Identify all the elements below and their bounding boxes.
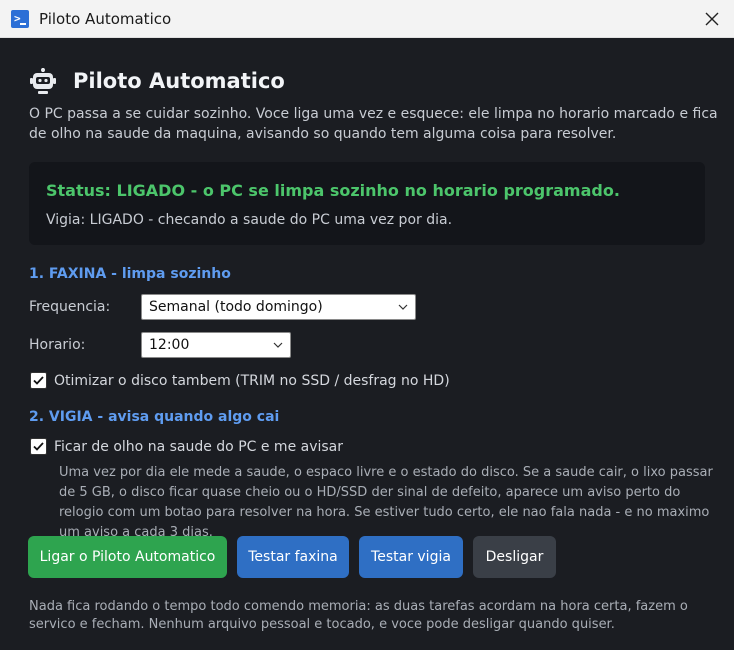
main-content: Piloto Automatico O PC passa a se cuidar… (0, 38, 734, 650)
intro-text: O PC passa a se cuidar sozinho. Voce lig… (29, 106, 718, 142)
frequencia-value: Semanal (todo domingo) (149, 299, 323, 315)
otimizar-disco-option[interactable]: Otimizar o disco tambem (TRIM no SSD / d… (30, 372, 450, 389)
frequencia-select[interactable]: Semanal (todo domingo) (141, 294, 416, 320)
ligar-button[interactable]: Ligar o Piloto Automatico (28, 536, 227, 578)
chevron-down-icon (398, 304, 408, 310)
horario-select[interactable]: 12:00 (141, 332, 291, 358)
chevron-down-icon (273, 342, 283, 348)
status-main-text: Status: LIGADO - o PC se limpa sozinho n… (46, 181, 620, 200)
status-vigia-text: Vigia: LIGADO - checando a saude do PC u… (46, 212, 453, 228)
frequencia-label: Frequencia: (29, 299, 111, 315)
testar-faxina-button[interactable]: Testar faxina (237, 536, 349, 578)
status-panel: Status: LIGADO - o PC se limpa sozinho n… (29, 162, 705, 245)
checkmark-icon (33, 442, 44, 451)
testar-vigia-button[interactable]: Testar vigia (359, 536, 463, 578)
close-button[interactable] (700, 7, 724, 31)
vigia-label: Ficar de olho na saude do PC e me avisar (54, 438, 344, 455)
footer-note: Nada fica rodando o tempo todo comendo m… (29, 599, 688, 632)
title-bar: > Piloto Automatico (0, 0, 734, 38)
horario-value: 12:00 (149, 337, 190, 353)
page-title: Piloto Automatico (73, 69, 285, 93)
close-icon (705, 12, 719, 26)
window-title: Piloto Automatico (39, 9, 172, 28)
desligar-button[interactable]: Desligar (473, 536, 556, 578)
vigia-description: Uma vez por dia ele mede a saude, o espa… (59, 465, 713, 540)
powershell-icon: > (11, 9, 29, 28)
checkmark-icon (33, 376, 44, 385)
horario-label: Horario: (29, 337, 86, 353)
otimizar-disco-checkbox[interactable] (30, 372, 47, 389)
otimizar-disco-label: Otimizar o disco tambem (TRIM no SSD / d… (54, 372, 450, 389)
header: Piloto Automatico (30, 68, 285, 94)
vigia-heading: 2. VIGIA - avisa quando algo cai (29, 409, 280, 425)
vigia-option[interactable]: Ficar de olho na saude do PC e me avisar (30, 438, 343, 455)
robot-icon (30, 68, 56, 94)
vigia-checkbox[interactable] (30, 438, 47, 455)
faxina-heading: 1. FAXINA - limpa sozinho (29, 266, 231, 282)
